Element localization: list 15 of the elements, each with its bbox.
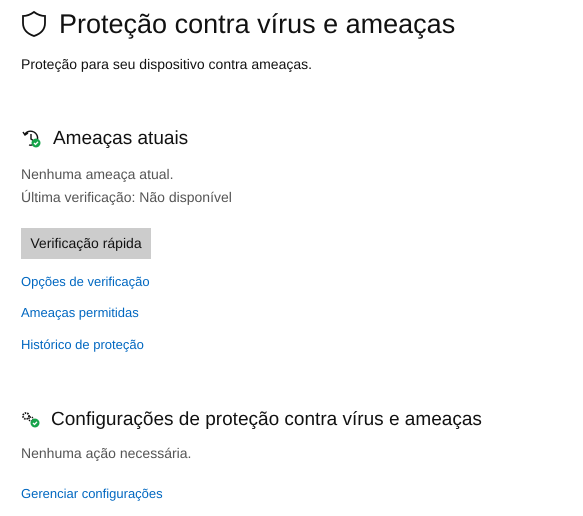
shield-icon	[21, 10, 47, 38]
page-title: Proteção contra vírus e ameaças	[59, 8, 456, 41]
link[interactable]: Opções de verificação	[21, 272, 150, 291]
gears-check-icon	[21, 411, 41, 430]
section-heading: Ameaças atuais	[53, 127, 188, 151]
section-heading: Configurações de proteção contra vírus e ameaças	[51, 408, 482, 432]
status-text: Nenhuma ação necessária.	[21, 444, 192, 463]
link[interactable]: Ameaças permitidas	[21, 303, 139, 322]
manage-settings-link[interactable]: Gerenciar configurações	[21, 486, 163, 500]
status-text: Nenhuma ameaça atual.	[21, 164, 175, 184]
page-description: Proteção para seu dispositivo contra ameaças.	[21, 55, 314, 74]
quick-scan-button[interactable]: Verificação rápida	[21, 228, 151, 258]
link[interactable]: Histórico de proteção	[21, 334, 144, 354]
status-text: Última verificação: Não disponível	[21, 188, 233, 207]
clock-check-icon	[21, 129, 43, 150]
